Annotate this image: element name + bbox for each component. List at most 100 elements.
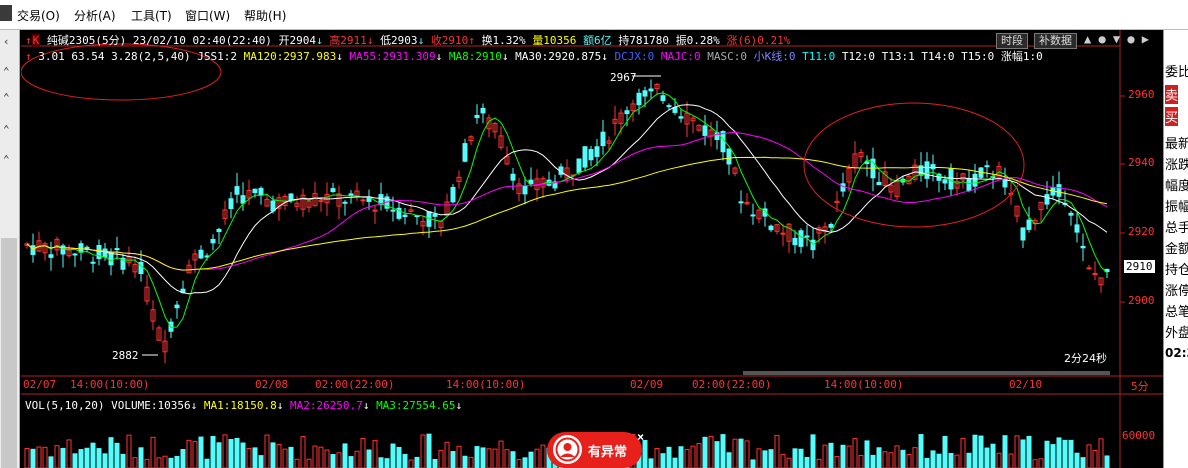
time-axis-label: 02/07	[23, 378, 57, 391]
volume-bar	[678, 446, 684, 468]
time-axis-label: 14:00(10:00)	[70, 378, 150, 391]
candle-body	[1074, 224, 1080, 233]
volume-bar	[1092, 450, 1098, 468]
volume-bar	[768, 449, 774, 468]
candle-body	[78, 243, 84, 253]
timeshare-button[interactable]: 时段	[996, 33, 1028, 49]
volume-bar	[150, 436, 156, 468]
volume-bar	[720, 434, 726, 468]
candle-body	[546, 179, 552, 186]
panel-label-buy[interactable]: 买	[1165, 107, 1179, 126]
volume-bar	[282, 448, 288, 468]
volume-bar	[96, 448, 102, 468]
candle-body	[72, 253, 78, 256]
volume-bar	[978, 435, 984, 468]
volume-bar	[396, 446, 402, 468]
volume-bar	[870, 454, 876, 468]
quote-side-panel: 委比 卖 买 最新 涨跌 幅度 振幅 总手 金额 持仓 涨停 总笔 外盘 02:…	[1163, 30, 1188, 468]
left-arrow-icon[interactable]: ‹	[3, 36, 15, 48]
volume-bar	[834, 456, 840, 468]
volume-bar	[444, 441, 450, 468]
volume-bar	[690, 445, 696, 468]
volume-ma3: MA3:27554.65	[376, 399, 456, 412]
app-logo	[0, 5, 12, 21]
volume-bar	[522, 457, 528, 468]
volume-bar	[114, 442, 120, 468]
close-icon[interactable]: ×	[637, 430, 644, 444]
candle-body	[642, 90, 648, 97]
menu-window[interactable]: 窗口(W)	[185, 7, 230, 24]
volume-bar	[696, 442, 702, 468]
volume-bar	[246, 447, 252, 468]
change-label: 涨(6)0.21%	[726, 34, 791, 47]
candle-body	[666, 105, 672, 108]
up-arrow-icon[interactable]: ⌃	[3, 124, 15, 136]
high-label: 高2911	[329, 34, 367, 47]
candle-body	[840, 183, 846, 192]
scroll-thumb[interactable]	[1, 238, 17, 468]
indicator-ma8: MA8:2910	[448, 50, 502, 63]
volume-bar	[342, 443, 348, 468]
up-arrow-icon[interactable]: ⌃	[3, 154, 15, 166]
indicator-row: ↑ 3.01 63.54 3.28(2,5,40) JSS1:2 MA120:2…	[25, 50, 1043, 63]
volume-bar	[918, 434, 924, 468]
candle-body	[474, 115, 480, 119]
volume-bar	[222, 434, 228, 468]
volume-bar	[1038, 458, 1044, 468]
volume-bar	[936, 453, 942, 468]
volume-bar	[162, 455, 168, 468]
candle-body	[594, 146, 600, 157]
up-arrow-icon[interactable]: ⌃	[3, 66, 15, 78]
volume-bar	[930, 450, 936, 468]
indicator-t13: T13:1	[881, 50, 915, 63]
period-label[interactable]: 5分	[1131, 378, 1149, 394]
time-axis-label: 02/10	[1009, 378, 1043, 391]
candle-body	[510, 173, 516, 181]
volume-bar	[852, 438, 858, 468]
volume-bar	[780, 453, 786, 468]
volume-bar	[312, 445, 318, 468]
anomaly-label: 有异常	[588, 445, 628, 460]
menu-analysis[interactable]: 分析(A)	[74, 7, 116, 24]
volume-bar	[294, 458, 300, 468]
amplitude-label: 振0.28%	[675, 34, 720, 47]
candle-body	[738, 201, 744, 204]
up-arrow-icon[interactable]: ⌃	[3, 92, 15, 104]
candle-body	[780, 232, 786, 235]
volume-bar	[894, 445, 900, 468]
volume-bar	[24, 447, 30, 468]
alert-person-icon	[553, 435, 582, 464]
candle-body	[1092, 273, 1098, 276]
menu-trade[interactable]: 交易(O)	[17, 7, 60, 24]
menu-tools[interactable]: 工具(T)	[131, 7, 172, 24]
supplement-data-button[interactable]: 补数据	[1034, 33, 1077, 49]
volume-bar	[714, 441, 720, 468]
candle-body	[522, 185, 528, 195]
anomaly-badge[interactable]: 有异常 ×	[547, 430, 644, 468]
candle-body	[1086, 267, 1092, 270]
volume-bar	[402, 453, 408, 468]
panel-label-limit: 涨停	[1165, 284, 1188, 299]
candle-body	[726, 148, 732, 165]
menu-help[interactable]: 帮助(H)	[244, 7, 286, 24]
panel-label-outer: 外盘	[1165, 326, 1188, 341]
candle-body	[804, 235, 810, 238]
candle-body	[174, 304, 180, 309]
volume-bar	[828, 442, 834, 468]
zoom-controls[interactable]: ▲ ● ▼ ● ▶	[1084, 32, 1149, 46]
candle-body	[330, 188, 336, 193]
kline-chart[interactable]: ↑K 纯碱2305(5分) 23/02/10 02:40(22:40) 开290…	[21, 30, 1163, 468]
panel-label-position: 持仓	[1165, 263, 1188, 278]
candle-body	[1056, 184, 1062, 197]
candle-body	[234, 186, 240, 195]
time-axis-label: 14:00(10:00)	[446, 378, 526, 391]
volume-bar	[1104, 455, 1110, 468]
volume-bar	[306, 458, 312, 468]
volume-value: VOLUME:10356	[111, 399, 191, 412]
volume-bar	[192, 440, 198, 468]
indicator-xiaok: 小K线:0	[753, 50, 796, 63]
candle-body	[30, 245, 36, 256]
volume-bar	[708, 435, 714, 468]
panel-label-sell[interactable]: 卖	[1165, 85, 1179, 104]
left-scrollbar[interactable]: ‹ ⌃ ⌃ ⌃ ⌃	[0, 30, 20, 468]
